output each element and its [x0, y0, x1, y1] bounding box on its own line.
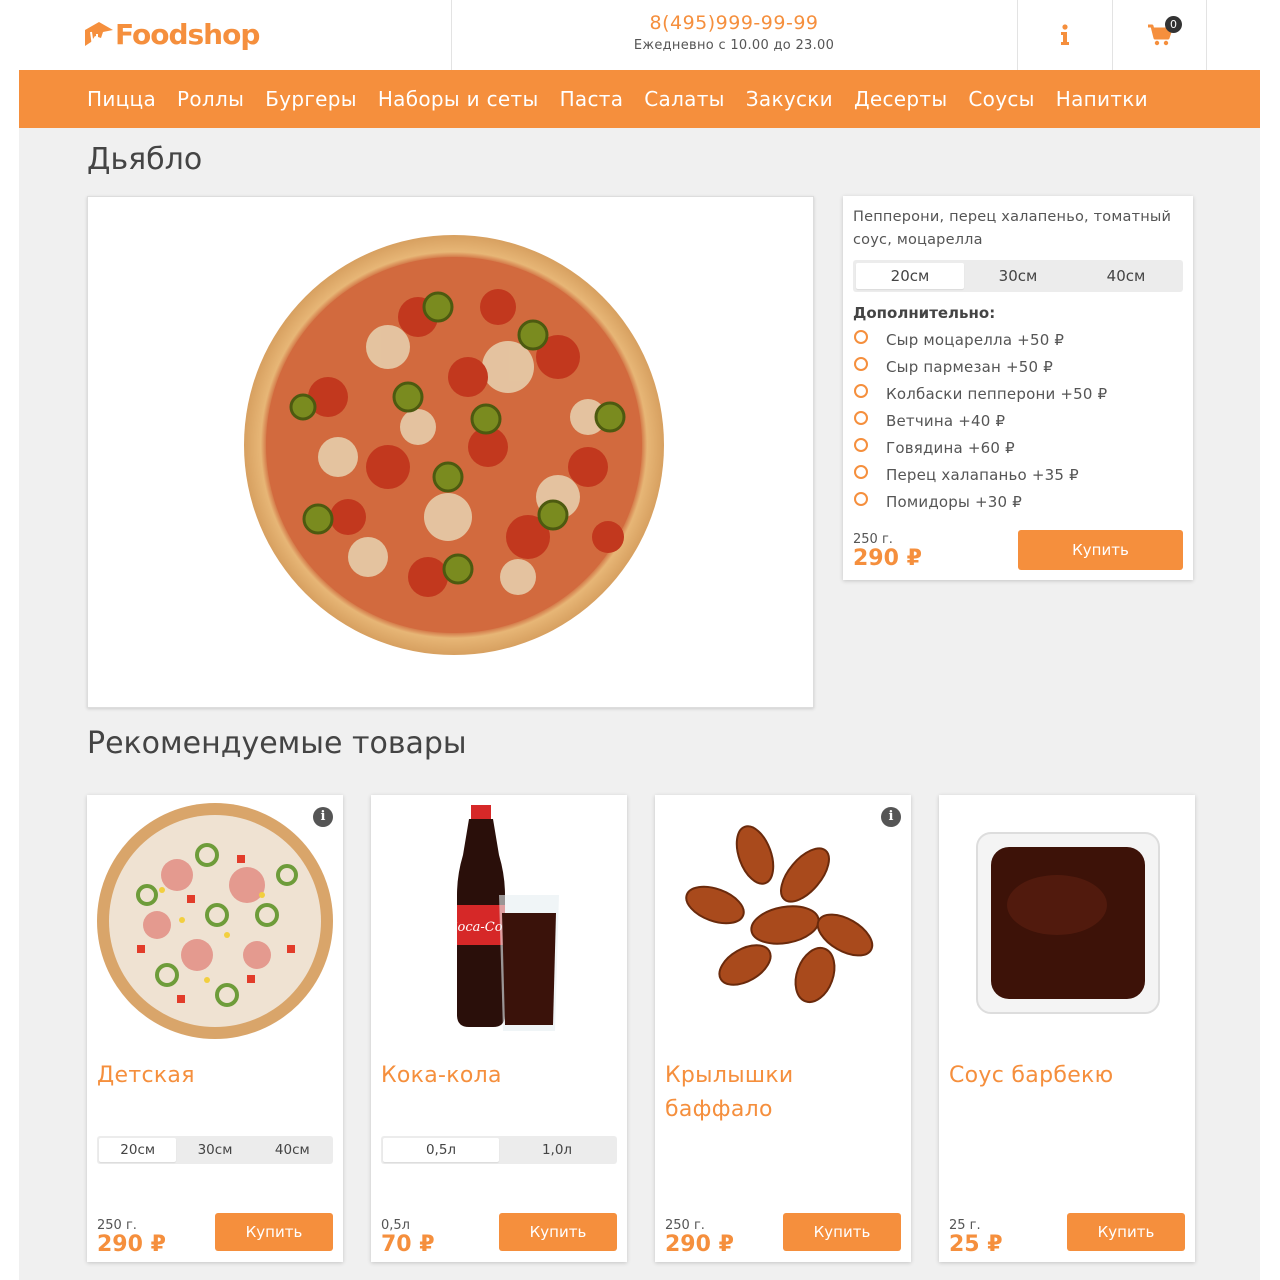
- opening-hours: Ежедневно с 10.00 до 23.00: [633, 38, 835, 53]
- pizza-image: [97, 803, 333, 1039]
- radio-button[interactable]: [854, 464, 868, 479]
- extra-label: Сыр пармезан +50 ₽: [886, 357, 1053, 376]
- product-volume: 0,5л: [381, 1218, 410, 1233]
- nav-item-pasta[interactable]: Паста: [560, 87, 624, 111]
- product-description: Пепперони, перец халапеньо, томатный соу…: [853, 209, 1172, 248]
- cola-image: Coca-Cola: [448, 805, 559, 1031]
- logo[interactable]: Foodshop: [81, 14, 260, 54]
- buy-button[interactable]: Купить: [1018, 530, 1183, 570]
- divider: [1206, 0, 1207, 70]
- contact-block: 8(495)999-99-99 Ежедневно с 10.00 до 23.…: [451, 12, 1017, 53]
- product-price: 290 ₽: [665, 1232, 734, 1257]
- info-button[interactable]: [1018, 0, 1112, 70]
- purchase-row: 250 г. 290 ₽ Купить: [853, 530, 1183, 571]
- extra-label: Сыр моцарелла +50 ₽: [886, 330, 1065, 349]
- product-price: 290 ₽: [97, 1232, 166, 1257]
- phone-number[interactable]: 8(495)999-99-99: [451, 12, 1017, 34]
- main-content: Дьябло Пепперони, перец халапеньо, томат…: [19, 128, 1260, 1280]
- nav-item-drinks[interactable]: Напитки: [1056, 87, 1148, 111]
- size-option-40[interactable]: 40см: [1072, 263, 1180, 289]
- volume-option-05[interactable]: 0,5л: [383, 1138, 499, 1162]
- purchase-row: 250 г. 290 ₽ Купить: [97, 1212, 333, 1257]
- product-weight: 250 г.: [853, 532, 893, 547]
- radio-button[interactable]: [854, 410, 868, 425]
- extra-option[interactable]: Перец халапаньо +35 ₽: [853, 461, 1183, 488]
- info-icon: [1061, 24, 1069, 45]
- product-price: 70 ₽: [381, 1232, 435, 1257]
- buy-button[interactable]: Купить: [1067, 1213, 1185, 1251]
- radio-button[interactable]: [854, 437, 868, 452]
- product-weight: 25 г.: [949, 1218, 981, 1233]
- nav-item-sauces[interactable]: Соусы: [968, 87, 1034, 111]
- volume-selector: 0,5л 1,0л: [381, 1136, 617, 1164]
- brand-name: Foodshop: [115, 17, 260, 51]
- size-option-30[interactable]: 30см: [964, 263, 1072, 289]
- nav-item-desserts[interactable]: Десерты: [854, 87, 947, 111]
- card-title[interactable]: Крылышки баффало: [665, 1059, 901, 1127]
- nav-item-pizza[interactable]: Пицца: [87, 87, 156, 111]
- site-header: Foodshop 8(495)999-99-99 Ежедневно с 10.…: [19, 0, 1260, 70]
- product-title: Дьябло: [87, 142, 203, 177]
- size-selector: 20см 30см 40см: [853, 260, 1183, 292]
- extra-option[interactable]: Ветчина +40 ₽: [853, 407, 1183, 434]
- extra-label: Ветчина +40 ₽: [886, 411, 1006, 430]
- buy-button[interactable]: Купить: [215, 1213, 333, 1251]
- extra-option[interactable]: Говядина +60 ₽: [853, 434, 1183, 461]
- product-weight: 250 г.: [665, 1218, 705, 1233]
- purchase-row: 250 г. 290 ₽ Купить: [665, 1212, 901, 1257]
- product-card[interactable]: Coca-Cola Кока-кола 0,5л 1,0л 0,5л 70 ₽ …: [371, 795, 627, 1262]
- nav-item-salads[interactable]: Салаты: [644, 87, 725, 111]
- nav-item-snacks[interactable]: Закуски: [746, 87, 833, 111]
- cart-count-badge: 0: [1165, 16, 1182, 33]
- card-title[interactable]: Детская: [97, 1059, 333, 1093]
- extra-label: Говядина +60 ₽: [886, 438, 1015, 457]
- extras-list: Сыр моцарелла +50 ₽ Сыр пармезан +50 ₽ К…: [853, 326, 1183, 515]
- product-weight: 250 г.: [97, 1218, 137, 1233]
- extras-heading: Дополнительно:: [853, 304, 996, 322]
- radio-button[interactable]: [854, 329, 868, 344]
- product-card[interactable]: Соус барбекю 25 г. 25 ₽ Купить: [939, 795, 1195, 1262]
- recommended-heading: Рекомендуемые товары: [87, 726, 467, 761]
- radio-button[interactable]: [854, 383, 868, 398]
- radio-button[interactable]: [854, 356, 868, 371]
- product-image: [87, 196, 814, 708]
- size-option-40[interactable]: 40см: [254, 1138, 331, 1162]
- nav-item-rolls[interactable]: Роллы: [177, 87, 244, 111]
- buy-button[interactable]: Купить: [499, 1213, 617, 1251]
- logo-icon: [85, 22, 113, 47]
- size-option-20[interactable]: 20см: [99, 1138, 177, 1162]
- chicken-wings-image: [685, 825, 874, 1004]
- radio-button[interactable]: [854, 491, 868, 506]
- product-card[interactable]: i Детская 20см 30см 40см 250 г. 290 ₽ Ку…: [87, 795, 343, 1262]
- nav-item-burgers[interactable]: Бургеры: [265, 87, 357, 111]
- extra-option[interactable]: Помидоры +30 ₽: [853, 488, 1183, 515]
- buy-button[interactable]: Купить: [783, 1213, 901, 1251]
- purchase-row: 0,5л 70 ₽ Купить: [381, 1212, 617, 1257]
- size-option-30[interactable]: 30см: [176, 1138, 253, 1162]
- extra-option[interactable]: Колбаски пепперони +50 ₽: [853, 380, 1183, 407]
- size-selector: 20см 30см 40см: [97, 1136, 333, 1164]
- extra-option[interactable]: Сыр пармезан +50 ₽: [853, 353, 1183, 380]
- card-title[interactable]: Соус барбекю: [949, 1059, 1185, 1093]
- extra-label: Помидоры +30 ₽: [886, 492, 1022, 511]
- volume-option-10[interactable]: 1,0л: [499, 1138, 615, 1162]
- card-title[interactable]: Кока-кола: [381, 1059, 617, 1093]
- bbq-sauce-image: [976, 832, 1160, 1014]
- category-nav: Пицца Роллы Бургеры Наборы и сеты Паста …: [19, 70, 1260, 128]
- extra-label: Колбаски пепперони +50 ₽: [886, 384, 1108, 403]
- product-details-panel: Пепперони, перец халапеньо, томатный соу…: [843, 196, 1193, 580]
- info-icon[interactable]: i: [881, 807, 901, 827]
- info-icon[interactable]: i: [313, 807, 333, 827]
- product-price: 290 ₽: [853, 546, 922, 571]
- size-option-20[interactable]: 20см: [856, 263, 964, 289]
- extra-option[interactable]: Сыр моцарелла +50 ₽: [853, 326, 1183, 353]
- product-card[interactable]: i Крылышки баффало 250 г. 290 ₽ Купить: [655, 795, 911, 1262]
- cart-button[interactable]: 0: [1112, 0, 1207, 70]
- extra-label: Перец халапаньо +35 ₽: [886, 465, 1079, 484]
- nav-item-sets[interactable]: Наборы и сеты: [378, 87, 539, 111]
- pizza-image: [244, 235, 664, 655]
- purchase-row: 25 г. 25 ₽ Купить: [949, 1212, 1185, 1257]
- product-price: 25 ₽: [949, 1232, 1003, 1257]
